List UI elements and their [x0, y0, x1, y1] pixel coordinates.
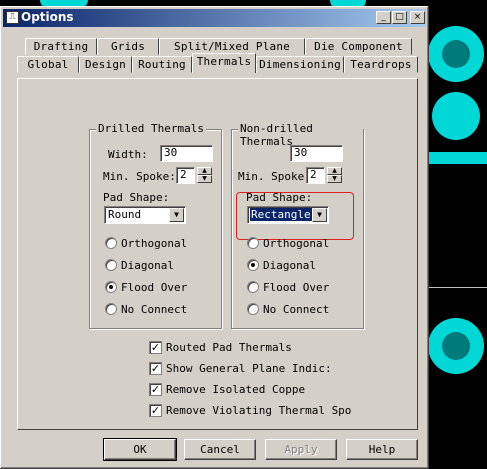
nondrilled-flood-over-radio[interactable]: [247, 281, 259, 293]
spin-down-icon[interactable]: ▼: [327, 175, 342, 183]
tab-design[interactable]: Design: [79, 56, 132, 73]
tab-routing[interactable]: Routing: [132, 56, 192, 73]
pcb-line: [429, 287, 487, 288]
title-bar[interactable]: ⎍ Options _ □ ×: [3, 9, 426, 27]
window-title: Options: [21, 10, 74, 24]
drilled-min-spoke-spinner[interactable]: ▲ ▼: [197, 167, 212, 183]
apply-button[interactable]: Apply: [265, 439, 337, 460]
nondrilled-min-spoke-label: Min. Spoke:: [238, 170, 311, 183]
tab-global[interactable]: Global: [17, 56, 79, 73]
pcb-pad-hole: [442, 40, 470, 68]
nondrilled-diagonal-label[interactable]: Diagonal: [263, 259, 316, 272]
drilled-width-input[interactable]: 30: [160, 145, 213, 162]
close-button[interactable]: ×: [410, 11, 425, 24]
nondrilled-flood-over-label[interactable]: Flood Over: [263, 281, 329, 294]
pcb-pad-hole: [442, 332, 470, 360]
drilled-diagonal-label[interactable]: Diagonal: [121, 259, 174, 272]
spin-up-icon[interactable]: ▲: [327, 167, 342, 175]
remove-violating-thermal-label[interactable]: Remove Violating Thermal Spo: [166, 404, 351, 417]
drilled-min-spoke-label: Min. Spoke:: [103, 170, 176, 183]
options-dialog: ⎍ Options _ □ × Drafting Grids Split/Mix…: [0, 6, 429, 469]
nondrilled-orthogonal-radio[interactable]: [247, 237, 259, 249]
nondrilled-min-spoke-spinner[interactable]: ▲ ▼: [327, 167, 342, 183]
drilled-orthogonal-label[interactable]: Orthogonal: [121, 237, 187, 250]
remove-isolated-copper-label[interactable]: Remove Isolated Coppe: [166, 383, 305, 396]
minimize-button[interactable]: _: [376, 11, 391, 24]
drilled-flood-over-label[interactable]: Flood Over: [121, 281, 187, 294]
nondrilled-orthogonal-label[interactable]: Orthogonal: [263, 237, 329, 250]
drilled-pad-shape-label: Pad Shape:: [103, 191, 170, 204]
drilled-width-label: Width:: [108, 148, 148, 161]
tab-thermals[interactable]: Thermals: [192, 53, 256, 73]
nondrilled-diagonal-radio[interactable]: [247, 259, 259, 271]
drilled-pad-shape-value: Round: [108, 208, 142, 221]
tab-drafting[interactable]: Drafting: [25, 38, 97, 55]
cancel-button[interactable]: Cancel: [184, 439, 256, 460]
show-general-plane-label[interactable]: Show General Plane Indic:: [166, 362, 332, 375]
drilled-thermals-label: Drilled Thermals: [96, 122, 206, 135]
red-annotation-box: [236, 192, 354, 240]
pcb-pad: [432, 92, 480, 140]
chevron-down-icon[interactable]: ▼: [169, 208, 184, 222]
drilled-min-spoke-input[interactable]: 2: [176, 167, 195, 184]
nondrilled-width-input[interactable]: 30: [290, 145, 343, 162]
remove-violating-thermal-checkbox[interactable]: ✓: [149, 404, 162, 417]
maximize-button[interactable]: □: [392, 11, 407, 24]
nondrilled-min-spoke-input[interactable]: 2: [306, 167, 325, 184]
routed-pad-thermals-label[interactable]: Routed Pad Thermals: [166, 341, 292, 354]
tab-dimensioning[interactable]: Dimensioning: [256, 56, 344, 73]
tab-teardrops[interactable]: Teardrops: [344, 56, 418, 73]
drilled-orthogonal-radio[interactable]: [105, 237, 117, 249]
help-button[interactable]: Help: [346, 439, 418, 460]
tab-die-component[interactable]: Die Component: [305, 38, 412, 55]
spin-up-icon[interactable]: ▲: [197, 167, 212, 175]
drilled-flood-over-radio[interactable]: [105, 281, 117, 293]
remove-isolated-copper-checkbox[interactable]: ✓: [149, 383, 162, 396]
app-icon: ⎍: [6, 11, 19, 24]
nondrilled-no-connect-radio[interactable]: [247, 303, 259, 315]
tab-grids[interactable]: Grids: [97, 38, 159, 55]
drilled-no-connect-label[interactable]: No Connect: [121, 303, 187, 316]
routed-pad-thermals-checkbox[interactable]: ✓: [149, 341, 162, 354]
pcb-trace: [429, 152, 487, 164]
ok-button[interactable]: OK: [103, 438, 177, 461]
drilled-pad-shape-select[interactable]: Round ▼: [104, 206, 186, 224]
nondrilled-no-connect-label[interactable]: No Connect: [263, 303, 329, 316]
drilled-no-connect-radio[interactable]: [105, 303, 117, 315]
spin-down-icon[interactable]: ▼: [197, 175, 212, 183]
show-general-plane-checkbox[interactable]: ✓: [149, 362, 162, 375]
drilled-diagonal-radio[interactable]: [105, 259, 117, 271]
